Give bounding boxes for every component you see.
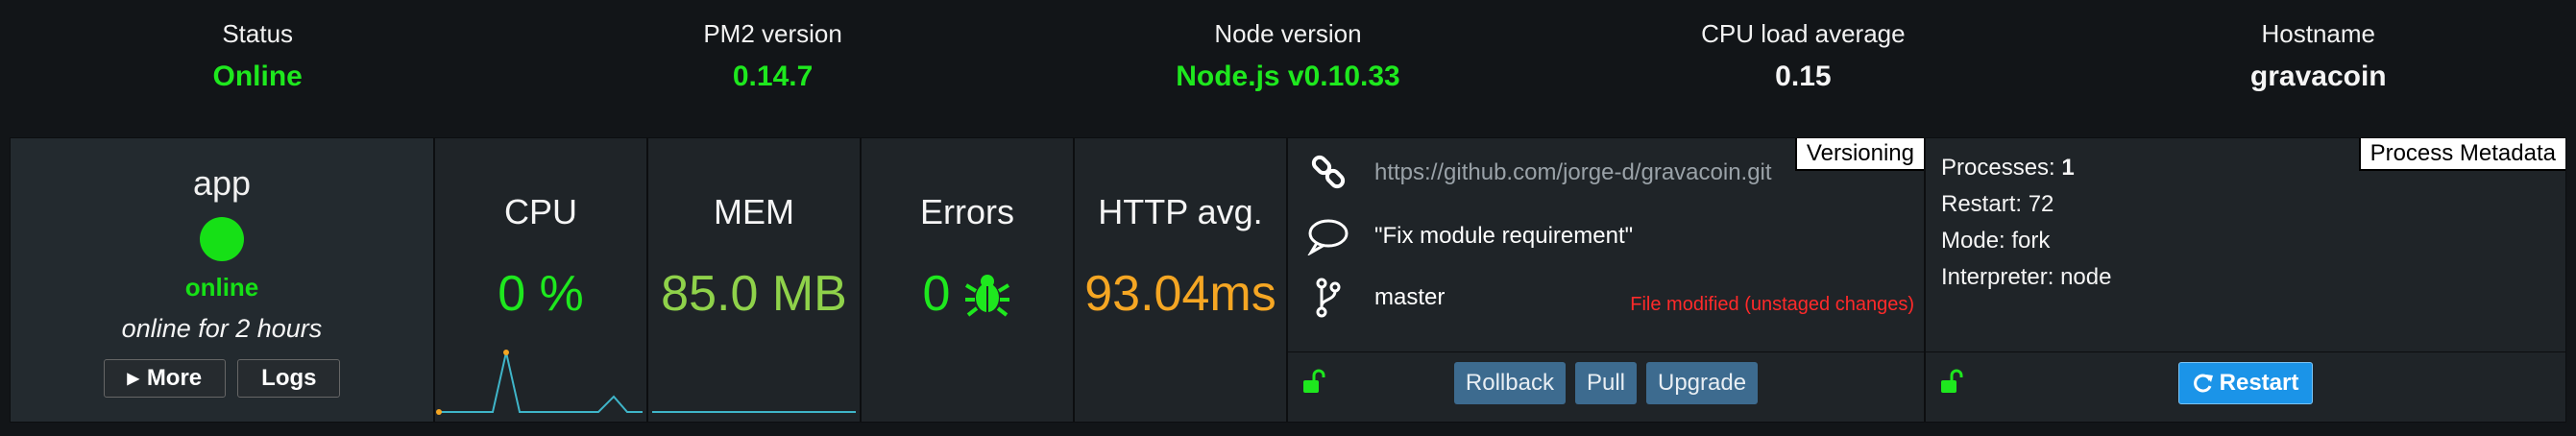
cpu-label: CPU — [503, 192, 577, 231]
stat-value: gravacoin — [2249, 61, 2387, 92]
errors-value-row: 0 — [862, 265, 1073, 323]
link-icon — [1307, 152, 1349, 194]
mem-sparkline — [652, 411, 856, 413]
meta-restart: Restart: 72 — [1941, 191, 2054, 217]
stat-pm2-version: PM2 version 0.14.7 — [515, 0, 1030, 136]
metadata-tag: Process Metadata — [2358, 138, 2565, 171]
stat-status: Status Online — [0, 0, 515, 136]
logs-button[interactable]: Logs — [237, 359, 341, 398]
app-status: online — [184, 273, 259, 302]
metadata-actions: Restart — [1926, 362, 2565, 406]
errors-panel: Errors 0 — [861, 137, 1074, 423]
stat-label: Status — [222, 19, 294, 48]
stat-cpu-load: CPU load average 0.15 — [1545, 0, 2060, 136]
stat-label: PM2 version — [703, 19, 842, 48]
speech-bubble-icon — [1307, 215, 1349, 257]
metadata-list: Processes: 1 Restart: 72 Mode: fork Inte… — [1941, 150, 2111, 296]
http-panel: HTTP avg. 93.04ms — [1074, 137, 1287, 423]
more-button-label: More — [146, 365, 203, 391]
stat-node-version: Node version Node.js v0.10.33 — [1031, 0, 1545, 136]
errors-value: 0 — [922, 266, 951, 322]
stat-value: Node.js v0.10.33 — [1176, 61, 1400, 92]
meta-mode: Mode: fork — [1941, 228, 2051, 254]
app-name: app — [192, 163, 252, 203]
stat-value: 0.14.7 — [732, 61, 814, 92]
app-uptime: online for 2 hours — [121, 314, 323, 343]
branch-row: master — [1307, 277, 1445, 319]
process-metadata-panel: Process Metadata Processes: 1 Restart: 7… — [1925, 137, 2566, 423]
versioning-tag: Versioning — [1794, 138, 1924, 171]
rollback-button[interactable]: Rollback — [1453, 362, 1566, 404]
mem-panel: MEM 85.0 MB — [647, 137, 861, 423]
modified-notice: File modified (unstaged changes) — [1630, 294, 1914, 315]
status-header: Status Online PM2 version 0.14.7 Node ve… — [0, 0, 2576, 136]
commit-row: "Fix module requirement" — [1307, 215, 1633, 257]
stat-label: Hostname — [2261, 19, 2376, 48]
pull-button[interactable]: Pull — [1574, 362, 1637, 404]
mem-label: MEM — [714, 192, 794, 231]
repo-url-link[interactable]: https://github.com/jorge-d/gravacoin.git — [1374, 159, 1772, 186]
cpu-panel: CPU 0 % — [434, 137, 647, 423]
errors-label: Errors — [920, 192, 1014, 231]
branch-icon — [1307, 277, 1349, 319]
branch-name: master — [1374, 284, 1446, 310]
upgrade-button[interactable]: Upgrade — [1646, 362, 1759, 404]
app-panel: app online online for 2 hours ▶ More Log… — [10, 137, 434, 423]
bug-icon — [965, 275, 1010, 317]
meta-processes: Processes: 1 — [1941, 155, 2075, 181]
versioning-actions: Rollback Pull Upgrade — [1288, 362, 1924, 406]
repo-row: https://github.com/jorge-d/gravacoin.git — [1307, 152, 1772, 194]
mem-value: 85.0 MB — [661, 266, 847, 322]
versioning-panel: Versioning https://github.com/jorge-d/gr… — [1287, 137, 1925, 423]
http-value: 93.04ms — [1084, 266, 1276, 322]
restart-button[interactable]: Restart — [2177, 362, 2314, 404]
divider — [1926, 351, 2565, 352]
stat-hostname: Hostname gravacoin — [2061, 0, 2576, 136]
status-dot-icon — [200, 217, 244, 261]
stat-label: CPU load average — [1701, 19, 1906, 48]
more-button[interactable]: ▶ More — [103, 359, 227, 398]
commit-message: "Fix module requirement" — [1374, 223, 1634, 249]
divider — [1288, 351, 1924, 352]
caret-right-icon: ▶ — [127, 371, 139, 387]
cpu-sparkline — [436, 350, 643, 415]
http-label: HTTP avg. — [1098, 192, 1263, 231]
stat-value: 0.15 — [1775, 61, 1832, 92]
stat-label: Node version — [1214, 19, 1362, 48]
meta-interpreter: Interpreter: node — [1941, 264, 2112, 290]
stat-value: Online — [212, 61, 303, 92]
restart-button-label: Restart — [2219, 370, 2299, 396]
refresh-icon — [2193, 374, 2213, 393]
cpu-value: 0 % — [498, 266, 584, 322]
